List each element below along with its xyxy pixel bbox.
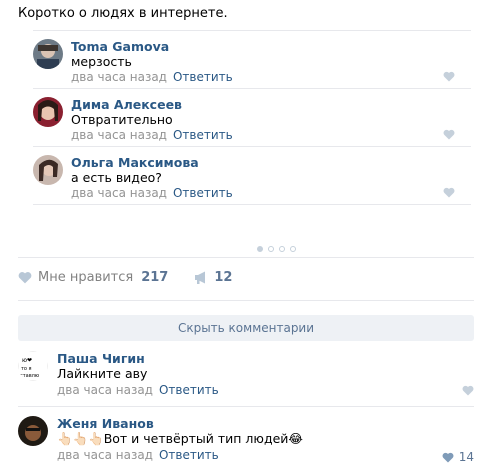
divider: [18, 257, 474, 258]
timestamp[interactable]: два часа назад: [57, 448, 153, 462]
timestamp[interactable]: два часа назад: [57, 383, 153, 397]
like-count: 14: [458, 450, 474, 464]
comment-text: Лайкните аву: [57, 366, 148, 381]
heart-icon[interactable]: [443, 187, 455, 198]
like-button[interactable]: [462, 385, 474, 396]
timestamp[interactable]: два часа назад: [71, 186, 167, 200]
heart-icon[interactable]: [443, 71, 455, 82]
avatar[interactable]: [33, 155, 63, 185]
reply-link[interactable]: Ответить: [159, 383, 219, 397]
svg-text:то я: то я: [21, 366, 32, 372]
reply-link[interactable]: Ответить: [159, 448, 219, 462]
svg-text:ставлю: ставлю: [20, 373, 39, 379]
avatar[interactable]: [33, 39, 63, 69]
author-name[interactable]: Паша Чигин: [57, 351, 145, 366]
comment-text: а есть видео?: [71, 170, 162, 185]
divider: [18, 300, 474, 301]
reply-link[interactable]: Ответить: [173, 70, 233, 84]
comment-text: 👆🏻👆🏻👆🏻Вот и четвёртый тип людей😂: [57, 431, 304, 446]
share-count: 12: [214, 270, 233, 285]
svg-text:ю❤: ю❤: [22, 357, 32, 364]
carousel-dots: [257, 246, 296, 252]
reposted-comments: Toma Gamova мерзость два часа назад Ответ…: [33, 30, 471, 252]
divider: [18, 406, 474, 407]
avatar[interactable]: [18, 416, 48, 446]
author-name[interactable]: Ольга Максимова: [71, 155, 199, 170]
post-text: Коротко о людях в интернете.: [18, 6, 228, 21]
avatar[interactable]: [33, 97, 63, 127]
comment-text: мерзость: [71, 54, 132, 69]
heart-icon[interactable]: [443, 129, 455, 140]
like-count[interactable]: 217: [141, 270, 168, 285]
post-actions: Мне нравится 217 12: [18, 270, 232, 285]
like-button[interactable]: 14: [442, 450, 474, 464]
pointing-up-emoji: 👆🏻👆🏻👆🏻: [57, 431, 104, 446]
carousel-dot[interactable]: [290, 246, 296, 252]
comment-item: Ольга Максимова а есть видео? два часа н…: [33, 147, 471, 205]
timestamp[interactable]: два часа назад: [71, 128, 167, 142]
timestamp[interactable]: два часа назад: [71, 70, 167, 84]
author-name[interactable]: Женя Иванов: [57, 416, 154, 431]
reply-link[interactable]: Ответить: [173, 186, 233, 200]
comment-item: Женя Иванов 👆🏻👆🏻👆🏻Вот и четвёртый тип лю…: [18, 416, 474, 466]
comment-item: ю❤ то я ставлю Паша Чигин Лайкните аву два…: [18, 351, 474, 406]
heart-icon: [462, 385, 474, 396]
heart-icon[interactable]: [18, 271, 32, 284]
author-name[interactable]: Toma Gamova: [71, 39, 169, 54]
comment-item: Дима Алексеев Отвратительно два часа наз…: [33, 89, 471, 147]
hide-comments-button[interactable]: Скрыть комментарии: [18, 315, 474, 341]
comment-item: Toma Gamova мерзость два часа назад Ответ…: [33, 31, 471, 89]
carousel-dot[interactable]: [257, 246, 263, 252]
author-name[interactable]: Дима Алексеев: [71, 97, 182, 112]
reply-link[interactable]: Ответить: [173, 128, 233, 142]
megaphone-icon: [195, 271, 206, 284]
heart-icon: [442, 452, 454, 462]
share-button[interactable]: 12: [194, 270, 232, 285]
avatar[interactable]: ю❤ то я ставлю: [18, 351, 48, 381]
carousel-dot[interactable]: [279, 246, 285, 252]
comment-text: Отвратительно: [71, 112, 173, 127]
like-button[interactable]: Мне нравится: [38, 270, 133, 285]
carousel-dot[interactable]: [268, 246, 274, 252]
